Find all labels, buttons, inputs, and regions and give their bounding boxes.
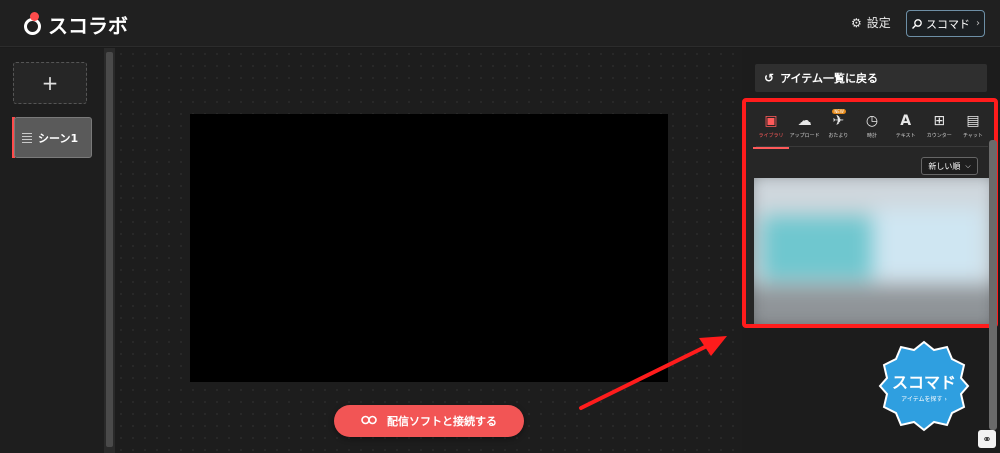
tab-clock[interactable]: ◷ 時計 xyxy=(857,112,887,146)
top-header: スコラボ ⚙ 設定 スコマド › xyxy=(0,0,1000,47)
logo-mark-icon xyxy=(22,12,44,35)
connect-label: 配信ソフトと接続する xyxy=(387,415,497,428)
app-window: スコラボ ⚙ 設定 スコマド › + シーン1 配信ソフトと接続する ↺ アイテ… xyxy=(0,0,1000,453)
tab-letters[interactable]: NEW ✈ おたより xyxy=(823,109,853,146)
sort-select[interactable]: 新しい順 ⌵ xyxy=(921,157,978,175)
upload-cloud-icon: ☁ xyxy=(797,113,812,129)
back-label: アイテム一覧に戻る xyxy=(780,72,878,85)
text-icon: A xyxy=(900,113,912,129)
tab-text[interactable]: A テキスト xyxy=(891,112,921,146)
search-person-icon xyxy=(912,18,922,29)
link-settings-icon[interactable]: ⚭ xyxy=(978,430,996,448)
tab-upload[interactable]: ☁ アップロード xyxy=(790,112,820,146)
item-tabs: ▣ ライブラリ ☁ アップロード NEW ✈ おたより ◷ 時計 A テキスト … xyxy=(753,109,988,149)
app-logo[interactable]: スコラボ xyxy=(22,10,128,38)
library-icon: ▣ xyxy=(764,113,778,129)
scene-item[interactable]: シーン1 xyxy=(14,117,92,158)
settings-link[interactable]: ⚙ 設定 xyxy=(851,14,891,31)
scene-preview[interactable] xyxy=(190,114,668,382)
sukomado-label: スコマド xyxy=(926,17,970,31)
chat-icon: ▤ xyxy=(966,113,980,129)
tab-counter[interactable]: ⊞ カウンター xyxy=(924,112,954,146)
sukomado-button[interactable]: スコマド › xyxy=(906,10,985,37)
library-thumbnail-blurred[interactable] xyxy=(754,178,992,324)
chevron-down-icon: ⌵ xyxy=(965,161,971,170)
add-scene-button[interactable]: + xyxy=(13,62,87,104)
panel-scrollbar[interactable] xyxy=(989,140,997,430)
chevron-right-icon: › xyxy=(976,18,980,29)
connect-streaming-software-button[interactable]: 配信ソフトと接続する xyxy=(334,405,524,437)
counter-icon: ⊞ xyxy=(933,113,946,129)
logo-text: スコラボ xyxy=(48,13,128,38)
library-panel: ▣ ライブラリ ☁ アップロード NEW ✈ おたより ◷ 時計 A テキスト … xyxy=(742,98,998,328)
tab-chat[interactable]: ▤ チャット xyxy=(958,112,988,146)
badge-title: スコマド xyxy=(891,373,956,392)
sidebar-scrollbar[interactable] xyxy=(104,48,115,453)
link-icon xyxy=(361,414,377,428)
scene-sidebar: + シーン1 xyxy=(0,48,104,453)
tab-library[interactable]: ▣ ライブラリ xyxy=(753,112,789,149)
settings-label: 設定 xyxy=(866,16,891,30)
canvas-area: 配信ソフトと接続する xyxy=(115,48,742,453)
clock-icon: ◷ xyxy=(865,113,879,129)
new-badge: NEW xyxy=(832,109,846,114)
drag-handle-icon[interactable] xyxy=(22,132,32,143)
scene-label: シーン1 xyxy=(38,131,79,145)
sort-label: 新しい順 xyxy=(928,161,961,171)
back-to-items-button[interactable]: ↺ アイテム一覧に戻る xyxy=(755,64,987,92)
sidebar-scrollbar-thumb[interactable] xyxy=(106,52,113,447)
badge-subtitle: アイテムを探す › xyxy=(901,396,947,403)
paper-plane-icon: ✈ xyxy=(832,113,845,129)
undo-icon: ↺ xyxy=(764,71,775,85)
tab-divider xyxy=(756,146,988,147)
gear-icon: ⚙ xyxy=(851,15,862,30)
